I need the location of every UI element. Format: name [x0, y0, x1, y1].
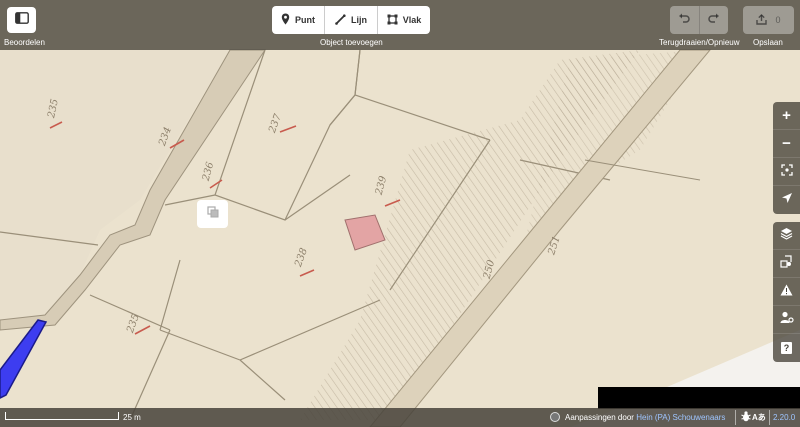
footer-divider — [769, 410, 770, 425]
zoom-in-icon: + — [782, 107, 791, 124]
zoom-out-icon: − — [782, 135, 791, 152]
map-pin-icon — [281, 13, 290, 27]
location-arrow-icon — [781, 191, 793, 209]
layers-icon — [780, 227, 793, 245]
add-line-button[interactable]: Lijn — [325, 6, 378, 34]
cadastral-map — [0, 0, 800, 427]
zoom-to-selection-button[interactable] — [773, 158, 800, 186]
version-link[interactable]: 2.20.0 — [773, 413, 795, 422]
sidebar-label: Beoordelen — [4, 38, 45, 47]
footer-divider — [735, 410, 736, 425]
background-layers-button[interactable] — [773, 222, 800, 250]
info-panel — [598, 387, 800, 409]
issues-button[interactable] — [773, 278, 800, 306]
map-data-icon — [780, 254, 793, 273]
upload-icon — [756, 13, 768, 27]
geolocate-button[interactable] — [773, 186, 800, 214]
scale-bar[interactable] — [5, 412, 119, 420]
redo-icon — [708, 11, 720, 29]
map-panel-controls: ? — [773, 222, 800, 362]
top-toolbar: Beoordelen Punt Lijn Vlak Object toevoeg… — [0, 0, 800, 50]
attribution-user-link[interactable]: Hein (PA) Schouwenaars — [636, 413, 725, 422]
add-area-button[interactable]: Vlak — [378, 6, 430, 34]
save-button[interactable]: 0 — [743, 6, 794, 34]
add-line-label: Lijn — [351, 15, 367, 25]
add-point-button[interactable]: Punt — [272, 6, 325, 34]
save-label: Opslaan — [753, 38, 783, 47]
avatar-icon — [550, 412, 560, 422]
polygon-icon — [387, 14, 398, 27]
redo-button[interactable] — [700, 6, 729, 34]
sidebar-toggle-button[interactable] — [7, 7, 36, 33]
attribution: Aanpassingen door Hein (PA) Schouwenaars — [565, 413, 725, 422]
add-object-label: Object toevoegen — [320, 38, 383, 47]
preferences-button[interactable] — [773, 306, 800, 334]
add-object-group: Punt Lijn Vlak — [272, 6, 430, 34]
zoom-out-button[interactable]: − — [773, 130, 800, 158]
user-settings-icon — [780, 311, 794, 329]
footer-bar: 25 m Aanpassingen door Hein (PA) Schouwe… — [0, 408, 800, 427]
copy-button[interactable] — [197, 200, 228, 228]
undo-button[interactable] — [670, 6, 700, 34]
warning-icon — [780, 283, 793, 301]
map-data-button[interactable] — [773, 250, 800, 278]
language-icon[interactable]: Aあ — [752, 412, 766, 423]
scale-label: 25 m — [123, 413, 141, 422]
attribution-prefix: Aanpassingen door — [565, 413, 634, 422]
zoom-in-button[interactable]: + — [773, 102, 800, 130]
zoom-to-selection-icon — [780, 163, 793, 181]
add-point-label: Punt — [295, 15, 315, 25]
save-count: 0 — [775, 15, 781, 25]
undo-redo-label: Terugdraaien/Opnieuw — [659, 38, 740, 47]
copy-icon — [206, 205, 219, 223]
help-button[interactable]: ? — [773, 334, 800, 362]
undo-icon — [678, 11, 690, 29]
undo-redo-group — [670, 6, 728, 34]
bug-report-icon[interactable] — [741, 411, 751, 425]
map-canvas[interactable]: 235 234 237 236 239 238 235 250 251 — [0, 0, 800, 427]
add-area-label: Vlak — [402, 15, 422, 25]
sidebar-toggle-icon — [14, 11, 29, 29]
map-nav-controls: + − — [773, 102, 800, 214]
help-icon: ? — [781, 342, 792, 354]
pencil-line-icon — [335, 13, 346, 27]
